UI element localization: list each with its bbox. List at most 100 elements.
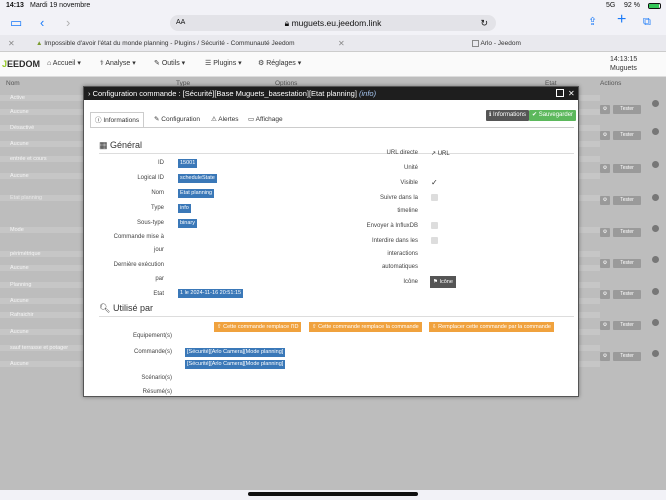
tester-button[interactable]: Tester [613, 352, 641, 361]
close-tab-icon[interactable]: ✕ [8, 37, 15, 50]
field-label: Suivre dans la [379, 195, 418, 201]
sidebar-icon[interactable]: ▭ [10, 16, 22, 29]
remove-icon[interactable] [652, 161, 659, 168]
back-icon[interactable]: ‹ [40, 16, 44, 29]
interactions-checkbox[interactable] [431, 237, 438, 244]
close-icon[interactable]: ✕ [568, 89, 575, 98]
modal-title: Configuration commande : [Sécurité][Base… [92, 89, 357, 98]
config-button[interactable]: ⚙ [600, 131, 610, 140]
tab-alertes[interactable]: ⚠ Alertes [207, 112, 243, 128]
tester-button[interactable]: Tester [613, 164, 641, 173]
forward-icon[interactable]: › [66, 16, 70, 29]
field-label: Sous-type [136, 220, 164, 226]
replace-id-button[interactable]: ⇧ Cette commande remplace l'ID [214, 322, 302, 332]
field-logical-id: scheduleState [178, 174, 217, 183]
remove-icon[interactable] [652, 319, 659, 326]
remove-icon[interactable] [652, 194, 659, 201]
upload-icon: ⇧ [217, 324, 222, 330]
tab-community[interactable]: ▲ Impossible d'avoir l'état du monde pla… [36, 37, 328, 50]
config-button[interactable]: ⚙ [600, 321, 610, 330]
tab-configuration[interactable]: ✎ Configuration [150, 112, 204, 128]
field-label: Nom [151, 190, 164, 196]
field-label: ID [158, 160, 164, 166]
config-button[interactable]: ⚙ [600, 196, 610, 205]
tester-button[interactable]: Tester [613, 290, 641, 299]
config-button[interactable]: ⚙ [600, 105, 610, 114]
section-utilise-par: 🔍︎ Utilisé par [99, 303, 153, 313]
remove-icon[interactable] [652, 350, 659, 357]
status-date: Mardi 19 novembre [30, 2, 91, 9]
tab-divider [90, 127, 574, 128]
influx-checkbox[interactable] [431, 222, 438, 229]
config-button[interactable]: ⚙ [600, 290, 610, 299]
share-icon[interactable]: ⇪ [588, 16, 597, 29]
ios-status-bar: 14:13 Mardi 19 novembre 5G 92 % [0, 0, 666, 12]
field-label: Commande(s) [133, 349, 172, 355]
tab-affichage[interactable]: ▭ Affichage [244, 112, 287, 128]
new-tab-icon[interactable]: + [617, 12, 626, 28]
url-field[interactable]: AA 🔒︎ muguets.eu.jeedom.link ↻ [170, 15, 496, 31]
save-button[interactable]: ✔ Sauvegarder [529, 110, 577, 121]
remove-icon[interactable] [652, 128, 659, 135]
close-tab-icon[interactable]: ✕ [338, 37, 345, 50]
browser-toolbar: ▭ ‹ › AA 🔒︎ muguets.eu.jeedom.link ↻ ⇪ +… [0, 12, 666, 34]
tester-button[interactable]: Tester [613, 196, 641, 205]
config-button[interactable]: ⚙ [600, 164, 610, 173]
url-text: muguets.eu.jeedom.link [291, 18, 382, 28]
field-label: Scénario(s) [141, 375, 172, 381]
favicon-icon: ▲ [36, 40, 43, 47]
home-indicator [248, 492, 418, 496]
clock: 14:13:15 [610, 56, 638, 63]
config-button[interactable]: ⚙ [600, 259, 610, 268]
tester-button[interactable]: Tester [613, 105, 641, 114]
url-link[interactable]: ↗ URL [431, 150, 450, 157]
monitor-icon: ▭ [248, 116, 255, 123]
wrench-icon: ✎ [154, 60, 160, 67]
menu-reglages[interactable]: ⚙ Réglages ▾ [258, 59, 301, 67]
tester-button[interactable]: Tester [613, 259, 641, 268]
tester-button[interactable]: Tester [613, 321, 641, 330]
maximize-icon[interactable] [556, 89, 564, 97]
col-actions: Actions [600, 80, 622, 87]
field-label: Dernière exécution [113, 262, 164, 268]
command-link[interactable]: [Sécurité][Arlo Camera][Mode planning] [185, 348, 286, 357]
jeedom-logo[interactable]: JEEDOM [2, 59, 40, 69]
external-link-icon: ↗ [431, 151, 437, 157]
app-navbar: JEEDOM ⌂ Accueil ▾ ⚕ Analyse ▾ ✎ Outils … [0, 52, 666, 77]
reload-icon[interactable]: ↻ [480, 15, 488, 31]
site-name: Muguets [610, 65, 637, 72]
home-icon: ⌂ [47, 60, 52, 67]
tab-title: Arlo - Jeedom [480, 40, 521, 47]
tabs-overview-icon[interactable]: ⧉ [643, 16, 651, 29]
icon-button[interactable]: ⚑ Icône [430, 276, 456, 288]
field-label: Interdire dans les [371, 238, 418, 244]
replace-command-button[interactable]: ⇧ Cette commande remplace la commande [309, 322, 422, 332]
timeline-checkbox[interactable] [431, 194, 438, 201]
replace-by-command-button[interactable]: ⇩ Remplacer cette commande par la comman… [429, 322, 554, 332]
menu-accueil[interactable]: ⌂ Accueil ▾ [47, 59, 81, 67]
signal-label: 5G [606, 2, 616, 9]
remove-icon[interactable] [652, 256, 659, 263]
remove-icon[interactable] [652, 288, 659, 295]
menu-outils[interactable]: ✎ Outils ▾ [154, 59, 185, 67]
informations-button[interactable]: ℹ Informations [486, 110, 529, 121]
reader-icon[interactable]: AA [176, 15, 185, 31]
field-label: interactions [387, 251, 418, 257]
remove-icon[interactable] [652, 225, 659, 232]
check-icon: ✔ [532, 112, 538, 118]
tab-informations[interactable]: ⓘ Informations [90, 112, 145, 128]
menu-plugins[interactable]: ☰ Plugins ▾ [205, 59, 242, 67]
tester-button[interactable]: Tester [613, 131, 641, 140]
lock-icon: 🔒︎ [284, 18, 290, 28]
visible-checkbox[interactable]: ✓ [431, 178, 438, 187]
field-label: automatiques [381, 264, 418, 270]
remove-icon[interactable] [652, 100, 659, 107]
tab-arlo[interactable]: Arlo - Jeedom [472, 37, 592, 50]
menu-analyse[interactable]: ⚕ Analyse ▾ [100, 59, 136, 67]
config-button[interactable]: ⚙ [600, 352, 610, 361]
command-link[interactable]: [Sécurité][Arlo Camera][Mode planning] [185, 360, 286, 369]
field-label: URL directe [386, 150, 418, 156]
table-icon: ▦ [99, 140, 108, 150]
tester-button[interactable]: Tester [613, 228, 641, 237]
config-button[interactable]: ⚙ [600, 228, 610, 237]
